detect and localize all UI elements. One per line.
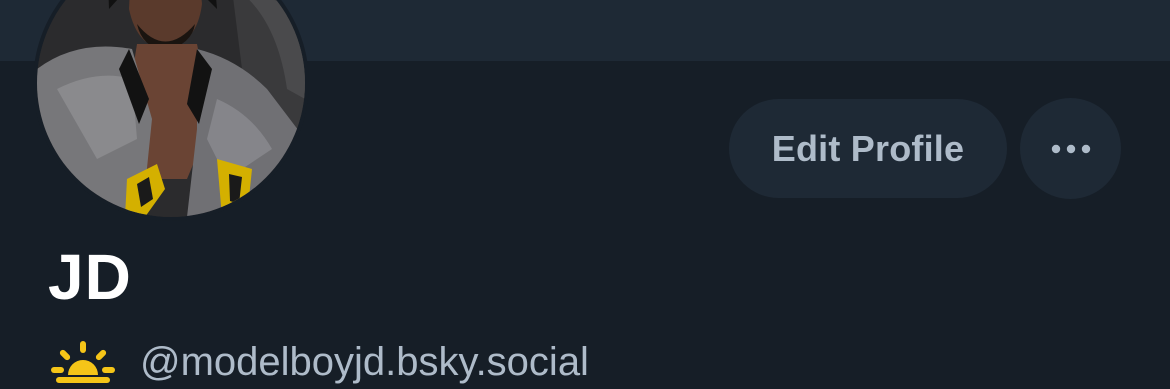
ellipsis-icon [1051,144,1090,153]
avatar[interactable] [33,0,309,221]
more-options-button[interactable] [1020,98,1121,199]
avatar-image [37,0,305,217]
edit-profile-button[interactable]: Edit Profile [729,99,1007,198]
sunrise-emoji-icon [51,341,115,383]
profile-header: Edit Profile JD @modelboyjd.bsky.social [0,0,1170,389]
handle-row: @modelboyjd.bsky.social [50,335,589,389]
display-name: JD [48,241,132,313]
profile-handle[interactable]: @modelboyjd.bsky.social [140,337,589,387]
avatar-photo [37,0,305,217]
